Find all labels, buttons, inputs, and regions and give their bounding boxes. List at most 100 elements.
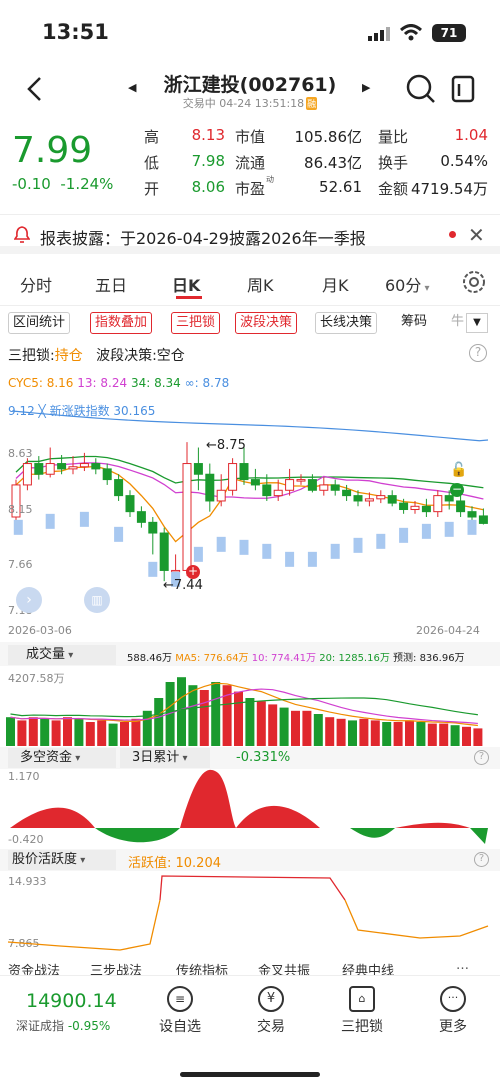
minus-marker-icon[interactable]: − <box>450 483 464 497</box>
index-candle <box>285 551 295 567</box>
kline-book-icon[interactable]: ▥ <box>84 587 110 613</box>
volume-bar <box>302 710 312 746</box>
index-change: -0.95% <box>67 1019 111 1033</box>
cyc-legend: CYC5: 8.16 13: 8.24 34: 8.34 ∞: 8.78 <box>8 376 229 390</box>
chip-interval-stats[interactable]: 区间统计 <box>8 312 71 334</box>
volume-bar <box>6 717 15 746</box>
ytick-1: 8.63 <box>8 447 33 460</box>
cyc13-value: 13: 8.24 <box>77 376 128 390</box>
volume-chart[interactable] <box>0 668 500 748</box>
quote-value: 4719.54万 <box>410 180 488 198</box>
notes-icon[interactable] <box>450 74 476 108</box>
candle-body <box>228 463 238 491</box>
nav-trade[interactable]: ¥ 交易 <box>236 986 306 1036</box>
candle-body <box>22 463 32 486</box>
candle-body <box>467 511 477 518</box>
chevron-down-icon: ▾ <box>72 753 81 764</box>
chevron-down-icon: ▾ <box>77 855 86 866</box>
quote-label: 金额 <box>378 180 409 198</box>
index-candle <box>239 539 249 555</box>
volume-bar <box>279 707 289 746</box>
candle-body <box>364 498 374 502</box>
scroll-left-button[interactable]: › <box>16 587 42 613</box>
volume-bar <box>473 728 483 746</box>
nav-more-label: 更多 <box>439 1019 467 1035</box>
change-percent: -1.24% <box>60 175 114 193</box>
close-icon[interactable]: ✕ <box>468 223 485 247</box>
tab-yuek[interactable]: 月K <box>322 272 349 296</box>
candle-body <box>433 495 443 513</box>
volume-bar <box>450 725 460 746</box>
strategy-more-icon[interactable]: … <box>456 958 469 973</box>
candle-body <box>399 502 409 511</box>
notice-bar[interactable]: 报表披露：于2026-04-29披露2026年一季报 ✕ <box>0 214 500 254</box>
fund-value: -0.331% <box>236 750 291 765</box>
fund-period-selector[interactable]: 3日累计 ▾ <box>120 748 210 768</box>
help-icon[interactable]: ? <box>469 344 487 362</box>
chip-longterm-decision[interactable]: 长线决策 <box>315 312 378 334</box>
plus-marker-icon[interactable]: + <box>186 565 200 579</box>
chip-band-decision[interactable]: 波段决策 <box>235 312 298 334</box>
fund-selector[interactable]: 多空资金 ▾ <box>8 748 116 768</box>
candle-body <box>410 505 420 511</box>
quote-value: 1.04 <box>454 126 488 144</box>
band-label: 波段决策: <box>96 348 157 364</box>
bottom-bar: 14900.14 深证成指 -0.95% ≡ 设自选 ¥ 交易 ⌂ 三把锁 ··… <box>0 975 500 1083</box>
price-change: -0.10 -1.24% <box>12 175 113 193</box>
fund-area-positive <box>180 769 236 828</box>
kline-chart[interactable] <box>0 395 500 640</box>
volume-bar <box>97 720 107 746</box>
search-icon[interactable] <box>406 74 436 108</box>
activity-chart[interactable] <box>0 870 500 960</box>
activity-line-high <box>159 875 346 901</box>
chip-three-locks[interactable]: 三把锁 <box>171 312 221 334</box>
margin-badge: 融 <box>306 97 318 110</box>
fund-area-negative <box>470 828 488 844</box>
settings-icon[interactable] <box>462 270 486 298</box>
candle-body <box>34 463 44 475</box>
nav-three-locks[interactable]: ⌂ 三把锁 <box>327 986 397 1036</box>
help-icon[interactable]: ? <box>474 750 489 765</box>
tab-fenshi[interactable]: 分时 <box>20 272 52 296</box>
nav-more[interactable]: ··· 更多 <box>418 986 488 1036</box>
chip-index-overlay[interactable]: 指数叠加 <box>90 312 153 334</box>
fund-flow-chart[interactable] <box>0 766 500 848</box>
quote-label: 高 <box>144 128 160 146</box>
chips-expand-icon[interactable]: ▼ <box>466 313 488 333</box>
quote-label: 市盈 <box>235 180 266 198</box>
chip-chips[interactable]: 筹码 <box>397 312 432 334</box>
nav-trade-label: 交易 <box>257 1019 285 1035</box>
volume-forecast: 预测: 836.96万 <box>393 653 465 664</box>
volume-ma20: 20: 1285.16万 <box>319 653 390 664</box>
chip-bull[interactable]: 牛 <box>447 312 467 334</box>
quote-value: 8.13 <box>191 126 225 144</box>
tab-wuri[interactable]: 五日 <box>95 272 127 296</box>
help-icon[interactable]: ? <box>474 852 489 867</box>
tab-rik[interactable]: 日K <box>172 272 200 296</box>
candle-body <box>57 463 67 470</box>
tab-60fen-label: 60分 <box>385 276 422 295</box>
volume-bar <box>313 714 323 746</box>
volume-bar <box>188 685 198 746</box>
nav-watchlist[interactable]: ≡ 设自选 <box>145 986 215 1036</box>
candle-body <box>205 473 215 502</box>
quote-label: 市值 <box>235 128 266 146</box>
candle-body <box>102 468 112 481</box>
volume-bar <box>427 723 437 746</box>
tab-60fen[interactable]: 60分 ▾ <box>385 272 430 296</box>
activity-selector[interactable]: 股价活跃度 ▾ <box>8 850 116 870</box>
candle-body <box>148 521 158 534</box>
high-price-marker: ←8.75 <box>206 438 246 453</box>
index-value: 14900.14 <box>26 990 117 1012</box>
date-start: 2026-03-06 <box>8 624 72 637</box>
tab-zhouk[interactable]: 周K <box>247 272 274 296</box>
volume-selector[interactable]: 成交量 ▾ <box>8 645 116 665</box>
volume-bar <box>245 698 255 746</box>
index-candle <box>13 519 23 535</box>
candle-body <box>45 463 55 475</box>
volume-bar <box>439 723 449 746</box>
candle-body <box>478 515 488 524</box>
tab-active-underline <box>176 296 202 299</box>
index-ticker[interactable]: 14900.14 深证成指 -0.95% <box>0 976 135 1046</box>
index-candle <box>262 543 272 559</box>
